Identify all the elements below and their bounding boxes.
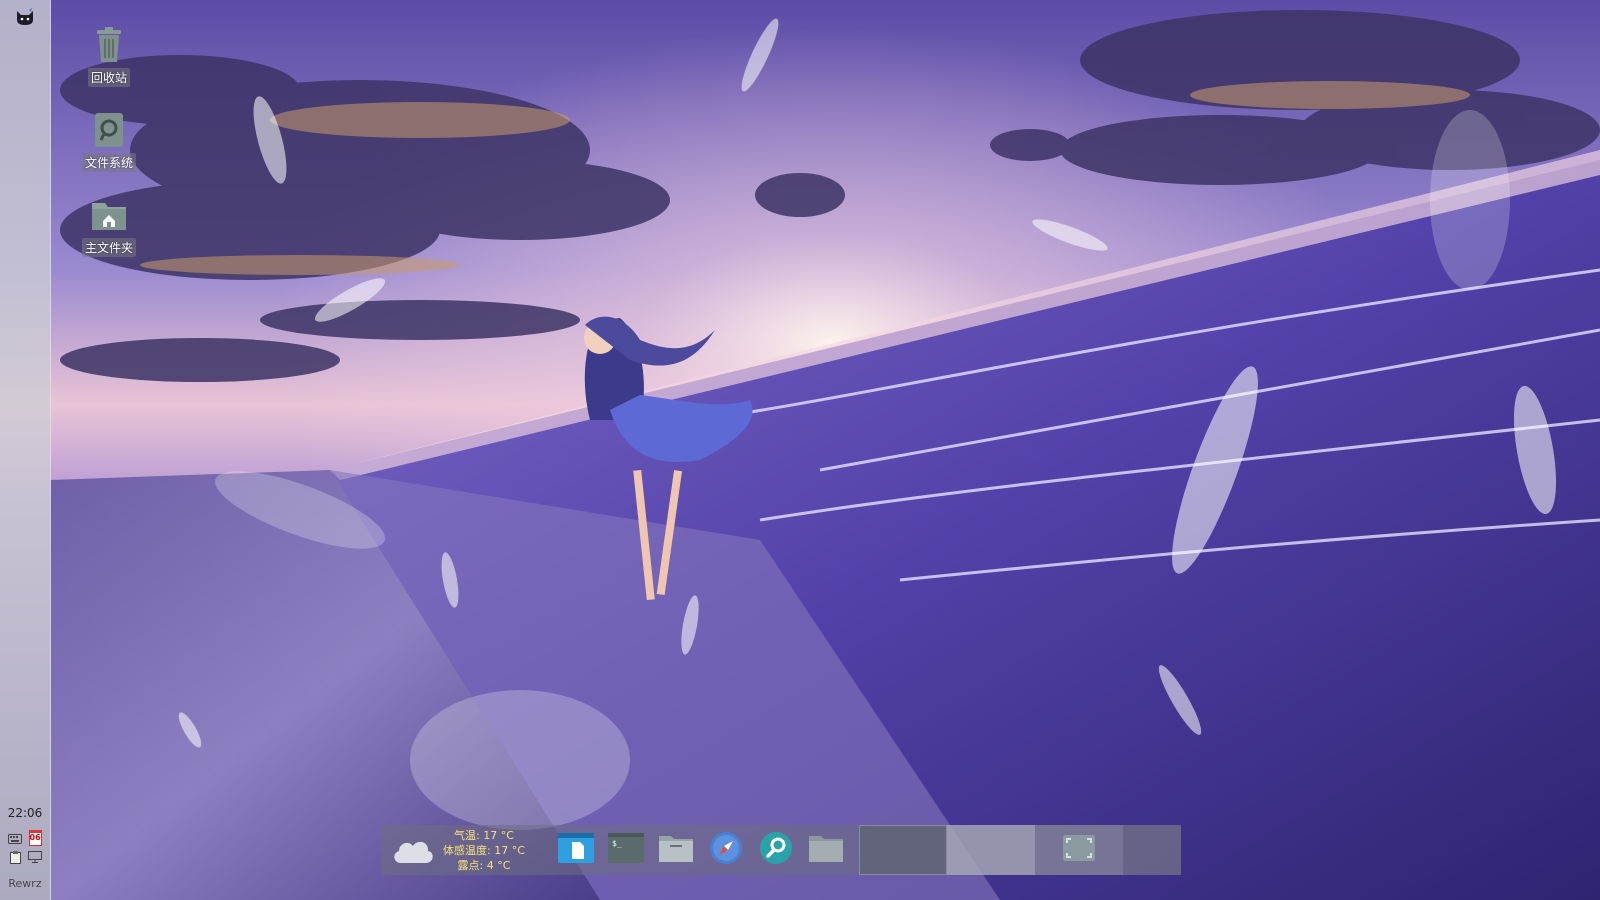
- calendar-day: 06: [28, 830, 42, 846]
- user-name[interactable]: Rewrz: [0, 877, 50, 890]
- taskbar-window-slot[interactable]: [859, 825, 947, 875]
- dock: 气温: 17 °C 体感温度: 17 °C 露点: 4 °C $_: [381, 825, 1181, 875]
- dock-app-folder[interactable]: [801, 825, 851, 875]
- file-manager-icon: [658, 833, 694, 867]
- weather-dew-point: 露点: 4 °C: [457, 858, 511, 872]
- clipboard-icon[interactable]: [5, 848, 25, 866]
- clock[interactable]: 22:06: [0, 806, 50, 820]
- left-panel: 22:06 06 Rewrz: [0, 0, 51, 900]
- weather-text: 气温: 17 °C 体感温度: 17 °C 露点: 4 °C: [443, 828, 525, 873]
- trash-icon: [89, 25, 129, 65]
- svg-text:$_: $_: [612, 839, 622, 848]
- desktop-icon-label: 回收站: [87, 68, 130, 87]
- desktop-icon-label: 主文件夹: [81, 238, 136, 257]
- dock-app-file-manager[interactable]: [651, 825, 701, 875]
- display-icon[interactable]: [25, 848, 45, 866]
- system-tray: 06: [5, 830, 45, 866]
- desktop-wallpaper: [0, 0, 1600, 900]
- dock-app-search[interactable]: [751, 825, 801, 875]
- text-editor-icon: [558, 833, 594, 867]
- taskbar-empty-area: [1123, 825, 1181, 875]
- desktop-icon-trash[interactable]: 回收站: [80, 25, 138, 87]
- desktop-icon-label: 文件系统: [81, 153, 136, 172]
- dock-app-text-editor[interactable]: [551, 825, 601, 875]
- dock-app-terminal[interactable]: $_: [601, 825, 651, 875]
- home-folder-icon: [89, 195, 129, 235]
- weather-widget[interactable]: 气温: 17 °C 体感温度: 17 °C 露点: 4 °C: [381, 825, 551, 875]
- keyboard-icon[interactable]: [5, 830, 25, 848]
- compass-icon: [709, 831, 743, 869]
- cloud-icon: [391, 835, 435, 865]
- desktop-icon-filesystem[interactable]: 文件系统: [80, 110, 138, 172]
- screenshot-tool-slot[interactable]: [1035, 825, 1123, 875]
- screenshot-icon: [1061, 833, 1097, 867]
- desktop-icon-home[interactable]: 主文件夹: [80, 195, 138, 257]
- taskbar-window-slot[interactable]: [947, 825, 1035, 875]
- cat-logo-icon: [15, 8, 35, 30]
- search-icon: [759, 831, 793, 869]
- terminal-icon: $_: [608, 833, 644, 867]
- weather-temperature: 气温: 17 °C: [454, 828, 514, 842]
- dock-app-web-browser[interactable]: [701, 825, 751, 875]
- weather-feels-like: 体感温度: 17 °C: [443, 843, 525, 857]
- folder-icon: [808, 833, 844, 867]
- main-menu-button[interactable]: [14, 8, 36, 30]
- drive-icon: [89, 110, 129, 150]
- calendar-icon[interactable]: 06: [25, 830, 45, 848]
